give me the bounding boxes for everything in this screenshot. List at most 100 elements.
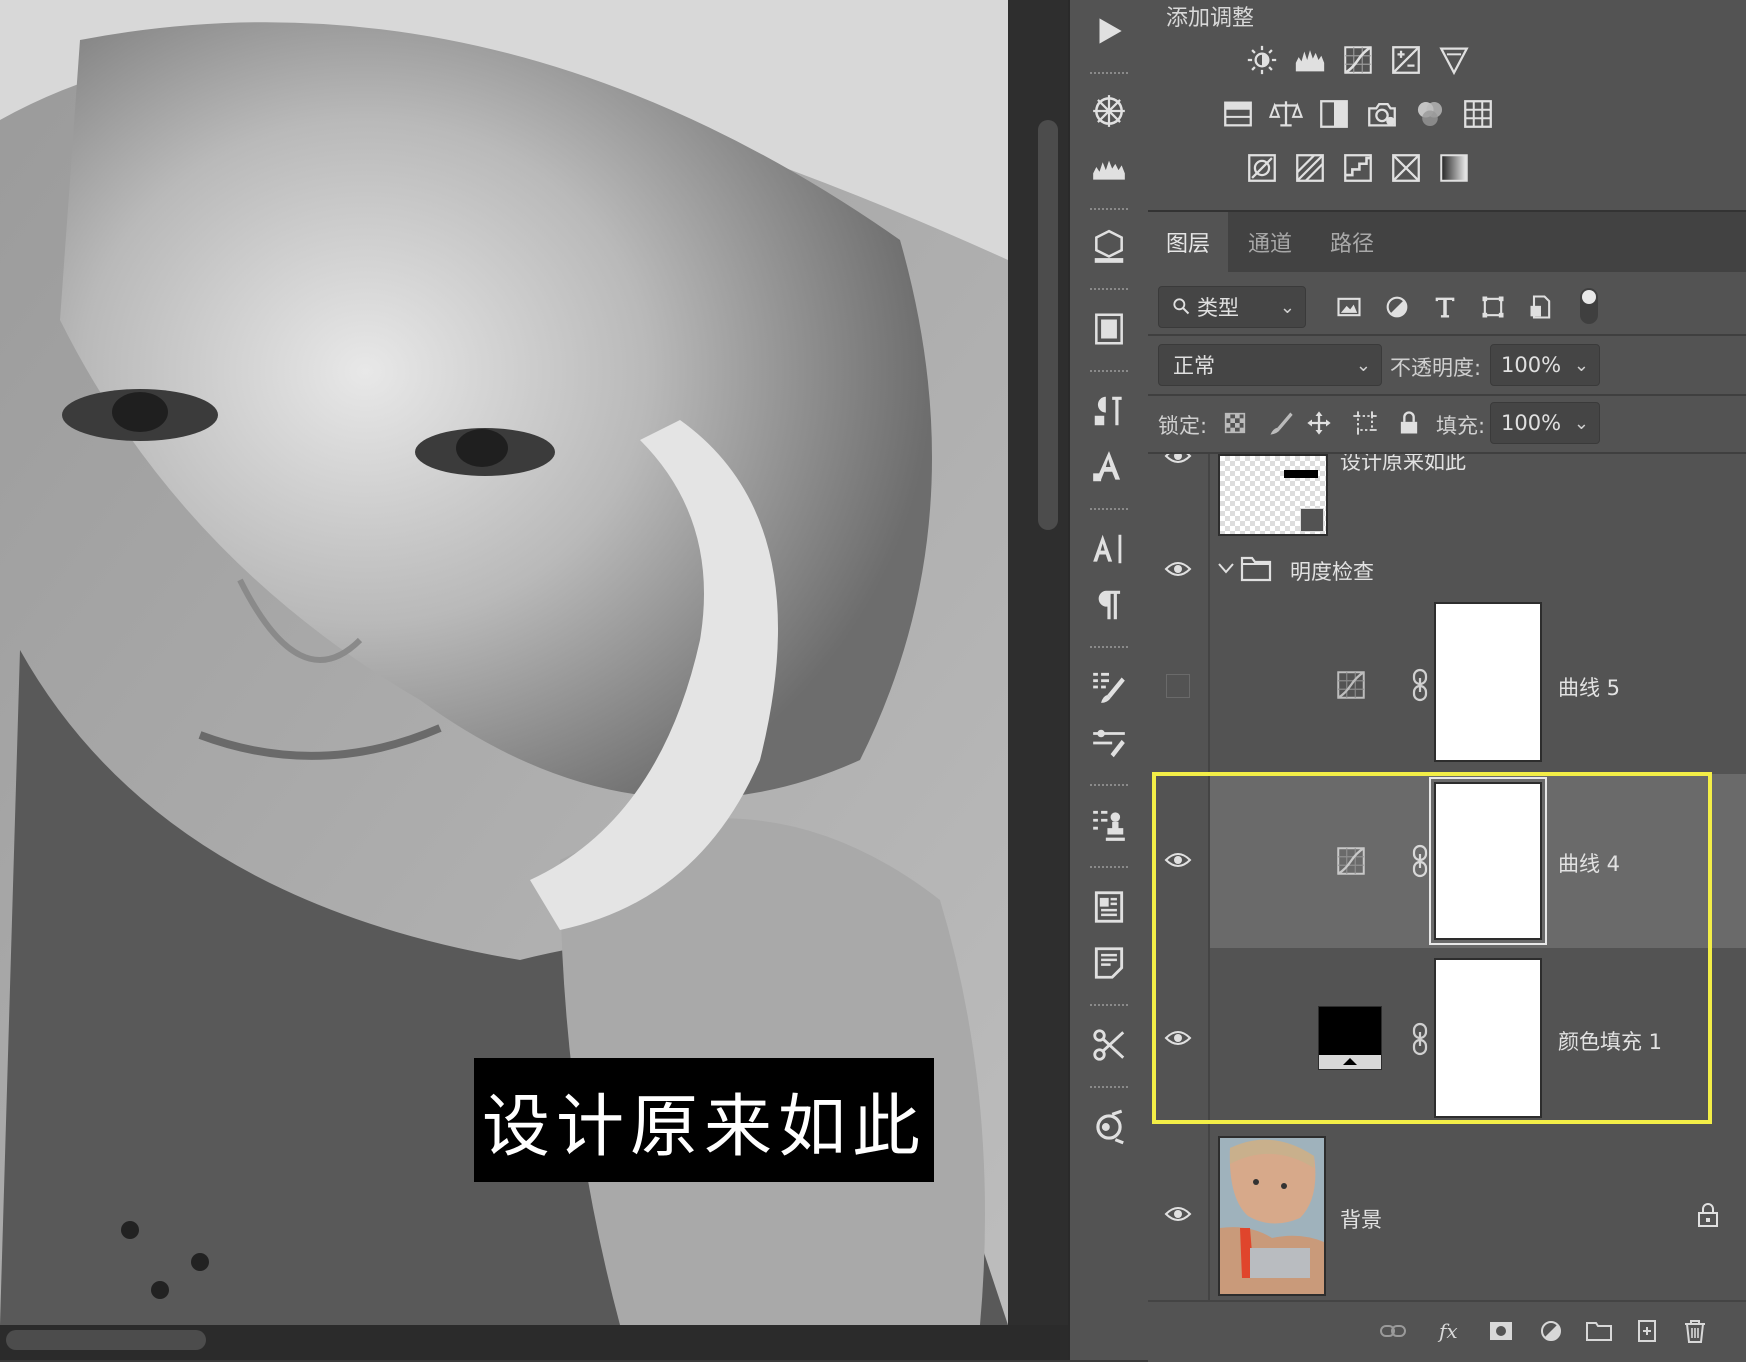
exposure-icon[interactable] xyxy=(1388,42,1424,78)
smart-object-thumbnail[interactable] xyxy=(1218,454,1328,536)
adjustments-title: 添加调整 xyxy=(1166,6,1255,31)
properties-icon[interactable] xyxy=(1084,884,1134,930)
horizontal-scrollbar[interactable] xyxy=(6,1330,206,1350)
delete-layer-icon[interactable] xyxy=(1678,1314,1712,1348)
color-balance-icon[interactable] xyxy=(1268,96,1304,132)
tool-presets-icon[interactable] xyxy=(1084,1022,1134,1068)
lock-all-icon[interactable] xyxy=(1392,406,1426,440)
chevron-down-icon: ⌄ xyxy=(1279,296,1295,318)
layer-style-fx-icon[interactable]: fx xyxy=(1434,1314,1468,1348)
filter-toggle[interactable] xyxy=(1580,288,1598,324)
separator xyxy=(1148,334,1746,336)
dock-grip[interactable] xyxy=(1090,866,1128,872)
tab-channels[interactable]: 通道 xyxy=(1230,212,1310,272)
clone-source-icon[interactable] xyxy=(1084,802,1134,848)
fill-value: 100% xyxy=(1501,411,1562,435)
play-icon[interactable] xyxy=(1084,8,1134,54)
levels-icon[interactable] xyxy=(1292,42,1328,78)
filter-kind-label: 类型 xyxy=(1197,296,1239,320)
filter-smart-object-icon[interactable] xyxy=(1524,290,1558,324)
3d-icon[interactable] xyxy=(1084,224,1134,270)
document-canvas[interactable]: 设计原来如此 xyxy=(0,0,1008,1325)
selective-color-icon[interactable] xyxy=(1388,150,1424,186)
layer-mask-thumbnail[interactable] xyxy=(1434,602,1542,762)
threshold-icon[interactable] xyxy=(1340,150,1376,186)
new-layer-icon[interactable] xyxy=(1630,1314,1664,1348)
background-thumbnail[interactable] xyxy=(1218,1136,1326,1296)
layer-row-smart-object[interactable]: 设计原来如此 xyxy=(1148,454,1746,544)
lock-transparent-icon[interactable] xyxy=(1218,406,1252,440)
posterize-icon[interactable] xyxy=(1292,150,1328,186)
tab-layers[interactable]: 图层 xyxy=(1148,212,1228,272)
eye-icon[interactable] xyxy=(1164,454,1192,466)
dock-grip[interactable] xyxy=(1090,508,1128,514)
lock-position-icon[interactable] xyxy=(1302,406,1336,440)
opacity-field[interactable]: 100% ⌄ xyxy=(1490,344,1600,386)
modifier-keys-icon[interactable] xyxy=(1084,1104,1134,1150)
dock-grip[interactable] xyxy=(1090,1086,1128,1092)
eye-icon[interactable] xyxy=(1164,1204,1192,1224)
photo-filter-icon[interactable] xyxy=(1364,96,1400,132)
filter-adjustment-icon[interactable] xyxy=(1380,290,1414,324)
libraries-icon[interactable] xyxy=(1084,306,1134,352)
histogram-icon[interactable] xyxy=(1084,144,1134,190)
dock-grip[interactable] xyxy=(1090,72,1128,78)
layer-row-group[interactable]: 明度检查 xyxy=(1148,542,1746,598)
character-styles-icon[interactable] xyxy=(1084,444,1134,490)
caption-text-layer[interactable]: 设计原来如此 xyxy=(474,1058,934,1182)
new-adjustment-layer-icon[interactable] xyxy=(1534,1314,1568,1348)
dock-grip[interactable] xyxy=(1090,1004,1128,1010)
invert-icon[interactable] xyxy=(1244,150,1280,186)
gradient-map-icon[interactable] xyxy=(1436,150,1472,186)
lock-artboard-icon[interactable] xyxy=(1348,406,1382,440)
brush-settings-icon[interactable] xyxy=(1084,664,1134,710)
caption-text: 设计原来如此 xyxy=(481,1087,926,1167)
navigator-icon[interactable] xyxy=(1084,88,1134,134)
chevron-down-icon: ⌄ xyxy=(1573,354,1589,376)
blend-mode-dropdown[interactable]: 正常 ⌄ xyxy=(1158,344,1382,386)
hidden-visibility-box[interactable] xyxy=(1166,674,1190,698)
link-layers-icon[interactable] xyxy=(1376,1314,1410,1348)
eye-icon[interactable] xyxy=(1164,559,1192,579)
layer-name[interactable]: 曲线 5 xyxy=(1558,672,1620,702)
hue-saturation-icon[interactable] xyxy=(1220,96,1256,132)
curves-adjustment-icon[interactable] xyxy=(1334,668,1368,702)
notes-icon[interactable] xyxy=(1084,940,1134,986)
folder-icon xyxy=(1240,556,1272,582)
layer-row-curves-5[interactable]: 曲线 5 xyxy=(1148,596,1746,776)
fill-field[interactable]: 100% ⌄ xyxy=(1490,402,1600,444)
vibrance-icon[interactable] xyxy=(1436,42,1472,78)
black-white-icon[interactable] xyxy=(1316,96,1352,132)
layer-name[interactable]: 设计原来如此 xyxy=(1340,454,1466,476)
filter-kind-dropdown[interactable]: 类型 ⌄ xyxy=(1158,286,1306,328)
link-icon[interactable] xyxy=(1410,668,1430,702)
layer-row-background[interactable]: 背景 xyxy=(1148,1126,1746,1302)
add-mask-icon[interactable] xyxy=(1484,1314,1518,1348)
channel-mixer-icon[interactable] xyxy=(1412,96,1448,132)
character-icon[interactable] xyxy=(1084,526,1134,572)
paragraph-styles-icon[interactable] xyxy=(1084,388,1134,434)
brushes-icon[interactable] xyxy=(1084,720,1134,766)
layer-name[interactable]: 明度检查 xyxy=(1290,556,1374,586)
dock-grip[interactable] xyxy=(1090,208,1128,214)
dock-grip[interactable] xyxy=(1090,288,1128,294)
filter-type-icon[interactable] xyxy=(1428,290,1462,324)
visibility-column xyxy=(1148,596,1210,774)
filter-pixel-icon[interactable] xyxy=(1332,290,1366,324)
thumbnail-text-mark xyxy=(1284,470,1318,478)
color-lookup-icon[interactable] xyxy=(1460,96,1496,132)
curves-icon[interactable] xyxy=(1340,42,1376,78)
layer-name[interactable]: 背景 xyxy=(1340,1204,1382,1234)
chevron-down-icon[interactable] xyxy=(1216,558,1236,578)
dock-grip[interactable] xyxy=(1090,784,1128,790)
tab-paths[interactable]: 路径 xyxy=(1312,212,1392,272)
vertical-scrollbar[interactable] xyxy=(1038,120,1058,530)
svg-text:fx: fx xyxy=(1437,1319,1458,1343)
paragraph-icon[interactable] xyxy=(1084,582,1134,628)
lock-pixels-icon[interactable] xyxy=(1264,406,1298,440)
dock-grip[interactable] xyxy=(1090,370,1128,376)
filter-shape-icon[interactable] xyxy=(1476,290,1510,324)
brightness-contrast-icon[interactable] xyxy=(1244,42,1280,78)
dock-grip[interactable] xyxy=(1090,646,1128,652)
new-group-icon[interactable] xyxy=(1582,1314,1616,1348)
